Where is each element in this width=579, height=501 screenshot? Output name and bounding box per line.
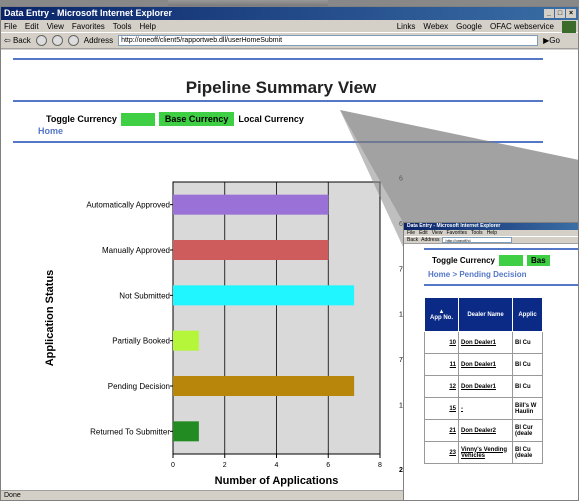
inset-rule: [424, 284, 578, 286]
inset-window-title: Data Entry - Microsoft Internet Explorer: [407, 223, 501, 229]
inset-toggle-button[interactable]: [498, 255, 523, 266]
inset-browser-window: Data Entry - Microsoft Internet Explorer…: [403, 222, 579, 501]
inset-menu-view[interactable]: View: [432, 230, 443, 236]
app-no-link[interactable]: 10: [424, 331, 459, 354]
dealer-name-link[interactable]: -: [458, 397, 513, 420]
inset-address-input[interactable]: http://oneoff/cl: [442, 237, 513, 243]
app-no-link[interactable]: 21: [424, 419, 459, 442]
table-row: 23 Vinny's Vending Vehicles Bl Cu (deale: [424, 441, 543, 464]
inset-nav-toolbar: Back Address http://oneoff/cl: [404, 237, 578, 244]
inset-menu-bar: File Edit View Favorites Tools Help: [404, 230, 578, 237]
app-no-link[interactable]: 12: [424, 375, 459, 398]
table-row: 12 Don Dealer1 Bl Cu: [424, 375, 543, 398]
inset-base-currency-button[interactable]: Bas: [526, 255, 550, 266]
inset-menu-help[interactable]: Help: [487, 230, 497, 236]
inset-toggle-label: Toggle Currency: [432, 256, 495, 265]
inset-toggle-row: Toggle Currency Bas: [432, 255, 550, 266]
inset-back-button[interactable]: Back: [407, 237, 418, 243]
dealer-name-link[interactable]: Don Dealer1: [458, 375, 513, 398]
inset-menu-favorites[interactable]: Favorites: [446, 230, 467, 236]
header-app-no[interactable]: ▲ App No.: [424, 297, 459, 332]
pending-decision-table: ▲ App No. Dealer Name Applic 10 Don Dealer…: [424, 297, 543, 464]
table-row: 11 Don Dealer1 Bl Cu: [424, 353, 543, 376]
table-row: 10 Don Dealer1 Bl Cu: [424, 331, 543, 354]
app-no-link[interactable]: 15: [424, 397, 459, 420]
inset-address-label: Address: [421, 237, 440, 243]
header-applicant[interactable]: Applic: [512, 297, 543, 332]
table-body: 10 Don Dealer1 Bl Cu 11 Don Dealer1 Bl Cu 12 Do…: [424, 331, 543, 464]
dealer-name-link[interactable]: Don Dealer2: [458, 419, 513, 442]
app-no-link[interactable]: 23: [424, 441, 459, 464]
inset-page-content: Toggle Currency Bas Home > Pending Decis…: [404, 244, 578, 500]
inset-menu-file[interactable]: File: [407, 230, 415, 236]
inset-breadcrumb[interactable]: Home > Pending Decision: [428, 270, 526, 279]
inset-menu-tools[interactable]: Tools: [471, 230, 483, 236]
applicant-cell: Bl Cu: [512, 375, 543, 398]
dealer-name-link[interactable]: Don Dealer1: [458, 331, 513, 354]
dealer-name-link[interactable]: Vinny's Vending Vehicles: [458, 441, 513, 464]
table-row: 15- Bill's W Haulin: [424, 397, 543, 420]
applicant-cell: Bl Cur (deale: [512, 419, 543, 442]
applicant-cell: Bl Cu (deale: [512, 441, 543, 464]
table-row: 21 Don Dealer2 Bl Cur (deale: [424, 419, 543, 442]
table-header-row: ▲ App No. Dealer Name Applic: [424, 297, 543, 332]
applicant-cell: Bill's W Haulin: [512, 397, 543, 420]
applicant-cell: Bl Cu: [512, 331, 543, 354]
header-app-no-label: App No.: [430, 314, 453, 321]
inset-top-rule: [424, 248, 578, 250]
header-dealer-name[interactable]: Dealer Name: [458, 297, 513, 332]
dealer-name-link[interactable]: Don Dealer1: [458, 353, 513, 376]
inset-title-bar: Data Entry - Microsoft Internet Explorer: [404, 223, 578, 230]
app-no-link[interactable]: 11: [424, 353, 459, 376]
inset-menu-edit[interactable]: Edit: [419, 230, 428, 236]
applicant-cell: Bl Cu: [512, 353, 543, 376]
